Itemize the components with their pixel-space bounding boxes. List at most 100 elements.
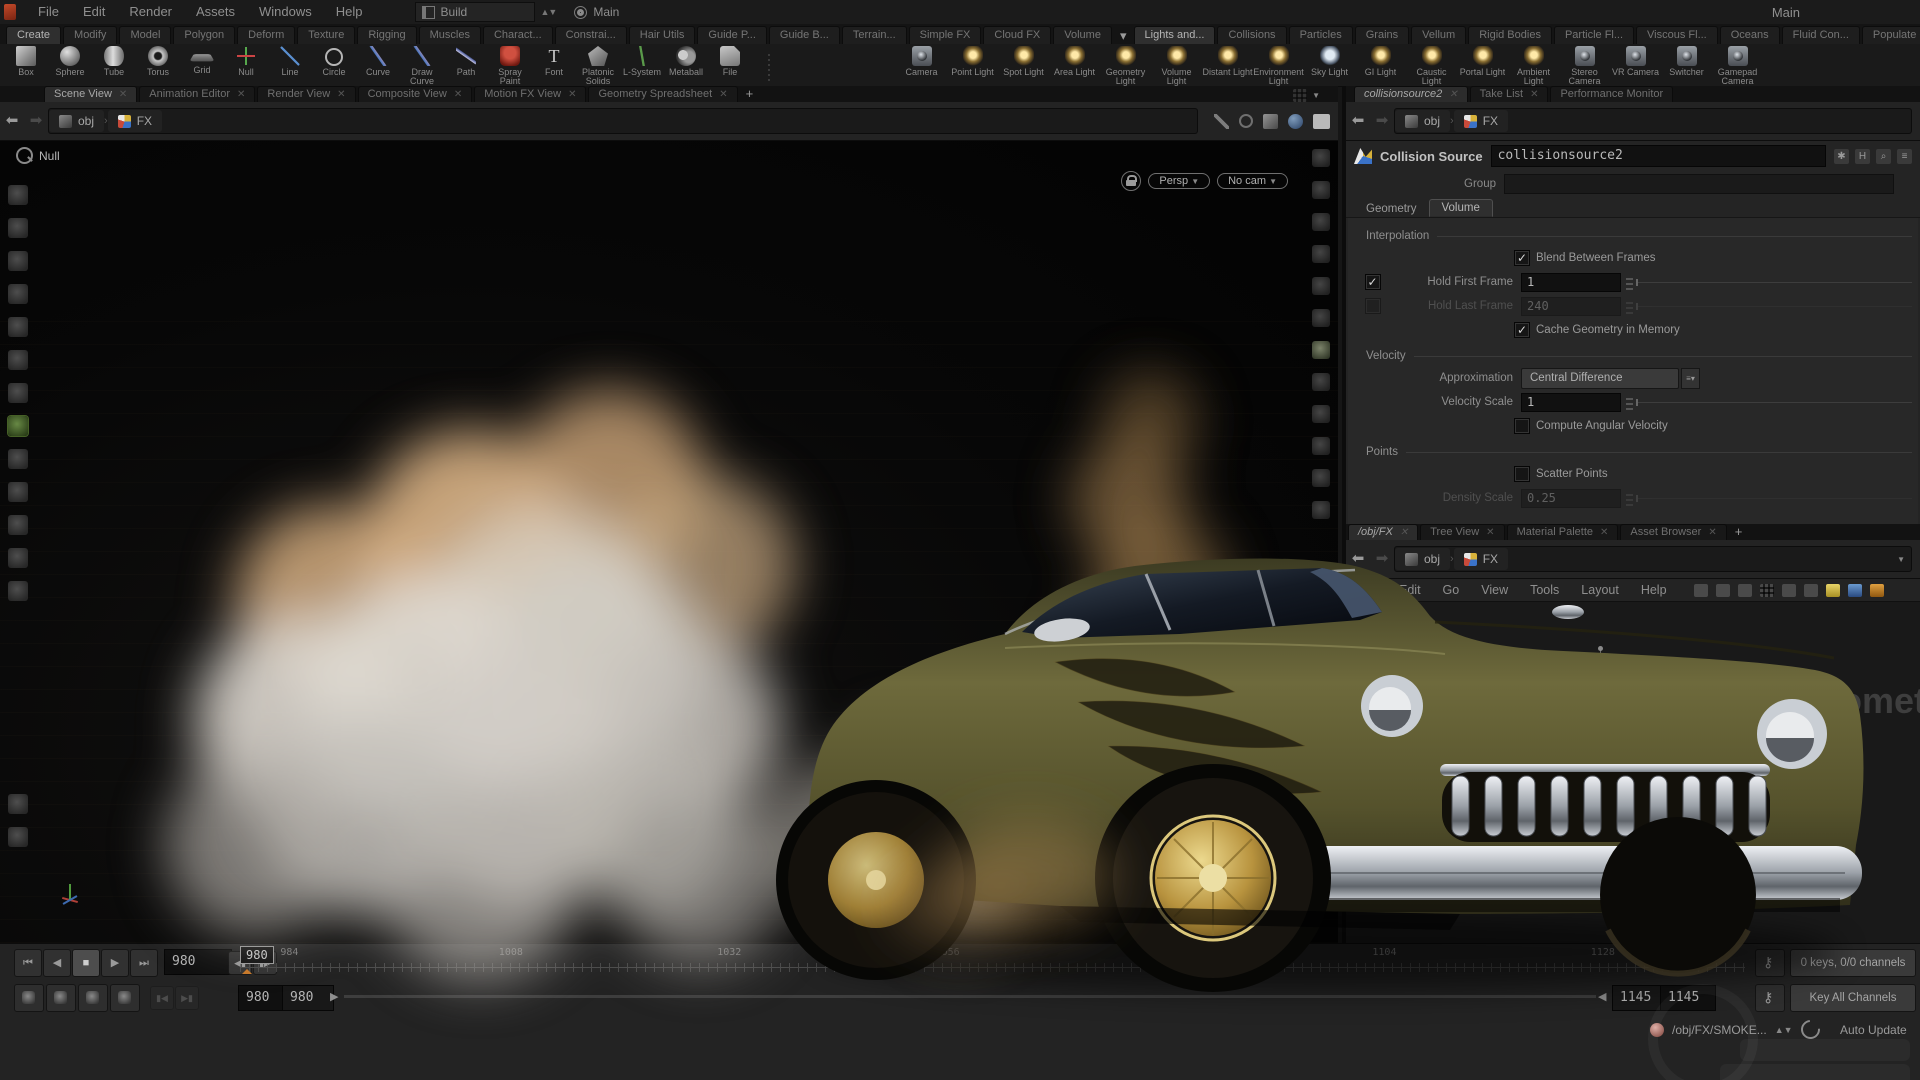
scene-path-dropdown[interactable]: /obj/FX/SMOKE... ▲▼ <box>1650 1020 1820 1039</box>
back-arrow-icon[interactable]: ⬅ <box>1346 549 1370 569</box>
wrench-icon[interactable] <box>1694 584 1708 597</box>
approximation-dropdown[interactable]: Central Difference <box>1521 368 1679 389</box>
playback-range-bar[interactable] <box>344 995 1596 998</box>
snap-tool-icon[interactable] <box>8 383 28 403</box>
network-menu-item[interactable]: Help <box>1630 583 1678 597</box>
keys-status-button[interactable]: 0 keys, 0/0 channels <box>1790 949 1916 977</box>
close-tab-icon[interactable]: ✕ <box>119 87 127 102</box>
path-chip-fx[interactable]: FX <box>108 110 162 132</box>
range-handle-right-icon[interactable]: ◀ <box>1598 990 1606 1003</box>
shelf-tool[interactable]: Torus <box>136 44 180 86</box>
loop-mode-icon[interactable] <box>78 984 108 1012</box>
hold-first-frame-slider[interactable] <box>1636 282 1912 283</box>
shelf-tool[interactable]: Sphere <box>48 44 92 86</box>
pin-icon[interactable] <box>1214 114 1229 129</box>
snapshot-camera-icon[interactable] <box>8 794 28 814</box>
auto-update-selector[interactable]: Auto Update <box>1840 1023 1907 1037</box>
scale-tool-icon[interactable] <box>8 284 28 304</box>
active-tool-icon[interactable] <box>8 416 28 436</box>
shadows-icon[interactable] <box>1312 277 1330 295</box>
network-menu-item[interactable]: Go <box>1432 583 1471 597</box>
shelf-tool[interactable]: Draw Curve <box>400 44 444 86</box>
shelf-tool[interactable]: Distant Light <box>1202 44 1253 86</box>
view-tool-icon[interactable] <box>8 449 28 469</box>
shelf-tool[interactable]: Grid <box>180 44 224 86</box>
node-blast5[interactable] <box>1576 676 1628 696</box>
shelf-tab[interactable]: Muscles <box>419 26 481 44</box>
playhead[interactable]: 980 <box>240 946 274 964</box>
shelf-tool[interactable]: Caustic Light <box>1406 44 1457 86</box>
dropdown-chevron-icon[interactable]: ≡▾ <box>1681 368 1700 389</box>
rotate-tool-icon[interactable] <box>8 251 28 271</box>
play-button[interactable]: ▶ <box>101 949 129 977</box>
points-display-icon[interactable] <box>1312 309 1330 327</box>
shelf-tab[interactable]: Create <box>6 26 61 44</box>
stop-button[interactable]: ■ <box>72 949 100 977</box>
forward-arrow-icon[interactable]: ➡ <box>24 111 48 131</box>
range-start-field[interactable]: 980 <box>282 985 334 1011</box>
pane-tab[interactable]: Scene View✕ <box>44 86 137 102</box>
shelf-tab[interactable]: Vellum <box>1411 26 1466 44</box>
shelf-tab[interactable]: Cloud FX <box>983 26 1051 44</box>
pane-tab[interactable]: Motion FX View✕ <box>474 86 586 102</box>
menu-item[interactable]: Assets <box>184 0 247 24</box>
shelf-tab[interactable]: Populate C... <box>1862 26 1920 44</box>
new-pane-tab-button[interactable]: + <box>740 86 760 102</box>
menu-item[interactable]: Render <box>117 0 184 24</box>
shelf-tool[interactable]: Line <box>268 44 312 86</box>
sphere-icon[interactable] <box>1288 114 1303 129</box>
shelf-tool[interactable]: Spot Light <box>998 44 1049 86</box>
group-display-icon[interactable] <box>1312 405 1330 423</box>
cube-icon[interactable] <box>1263 114 1278 129</box>
shelf-tool[interactable]: VR Camera <box>1610 44 1661 86</box>
shelf-tab[interactable]: Texture <box>297 26 355 44</box>
shelf-tool[interactable]: Ambient Light <box>1508 44 1559 86</box>
pane-tab-performance[interactable]: Performance Monitor <box>1550 86 1673 102</box>
path-chip-obj[interactable]: obj <box>1395 548 1450 570</box>
stow-bar-icon[interactable] <box>1313 114 1330 129</box>
list-view-icon[interactable] <box>1738 584 1752 597</box>
back-arrow-icon[interactable]: ⬅ <box>1346 111 1370 131</box>
scatter-points-checkbox[interactable] <box>1514 466 1530 482</box>
close-tab-icon[interactable]: ✕ <box>719 87 727 102</box>
main-label[interactable]: Main <box>593 5 619 19</box>
node-tree-icon[interactable] <box>1716 584 1730 597</box>
scene-path-field[interactable]: obj › FX <box>48 108 1198 134</box>
shelf-tab[interactable]: Guide P... <box>697 26 767 44</box>
shelf-tab[interactable]: Rigging <box>357 26 416 44</box>
pane-tab-tree-view[interactable]: Tree View✕ <box>1420 524 1504 540</box>
pane-tab[interactable]: Animation Editor✕ <box>139 86 255 102</box>
network-box-icon[interactable] <box>1848 584 1862 597</box>
shelf-tab[interactable]: Fluid Con... <box>1782 26 1860 44</box>
param-path-field[interactable]: obj › FX <box>1394 108 1912 134</box>
close-tab-icon[interactable]: ✕ <box>568 87 576 102</box>
shelf-tool[interactable]: GI Light <box>1355 44 1406 86</box>
shelf-tool[interactable]: Curve <box>356 44 400 86</box>
shelf-tool[interactable]: File <box>708 44 752 86</box>
hold-last-frame-field[interactable]: 240 <box>1521 297 1621 316</box>
divide-tool-icon[interactable] <box>8 482 28 502</box>
tab-volume[interactable]: Volume <box>1429 199 1493 217</box>
camera-selector[interactable]: No cam ▼ <box>1217 173 1288 189</box>
network-canvas[interactable]: Edition Geometry blast5 not: 0-4 st3 ert… <box>1346 602 1920 943</box>
refresh-icon[interactable] <box>1797 1016 1824 1043</box>
network-menu-item[interactable]: Edit <box>1388 583 1432 597</box>
value-ladder-icon[interactable] <box>1626 395 1633 410</box>
shelf-tab[interactable]: Modify <box>63 26 117 44</box>
path-chip-fx[interactable]: FX <box>1454 548 1508 570</box>
shelf-tool[interactable]: Point Light <box>947 44 998 86</box>
jump-to-start-button[interactable]: ⏮ <box>14 949 42 977</box>
shelf-tab[interactable]: Guide B... <box>769 26 840 44</box>
node-name-field[interactable]: collisionsource2 <box>1491 145 1826 167</box>
shelf-tool[interactable]: L-System <box>620 44 664 86</box>
close-tab-icon[interactable]: ✕ <box>1449 87 1457 102</box>
expand-view-icon[interactable] <box>1782 584 1796 597</box>
handles-tool-icon[interactable] <box>8 350 28 370</box>
velocity-scale-field[interactable]: 1 <box>1521 393 1621 412</box>
prev-key-button[interactable]: ▮◀ <box>150 986 174 1010</box>
network-menu-item[interactable]: Tools <box>1519 583 1570 597</box>
grid-view-icon[interactable] <box>1760 584 1774 597</box>
range-handle-left-icon[interactable]: ▶ <box>330 990 338 1003</box>
grid-display-icon[interactable] <box>1312 469 1330 487</box>
pane-tab[interactable]: Render View✕ <box>257 86 355 102</box>
